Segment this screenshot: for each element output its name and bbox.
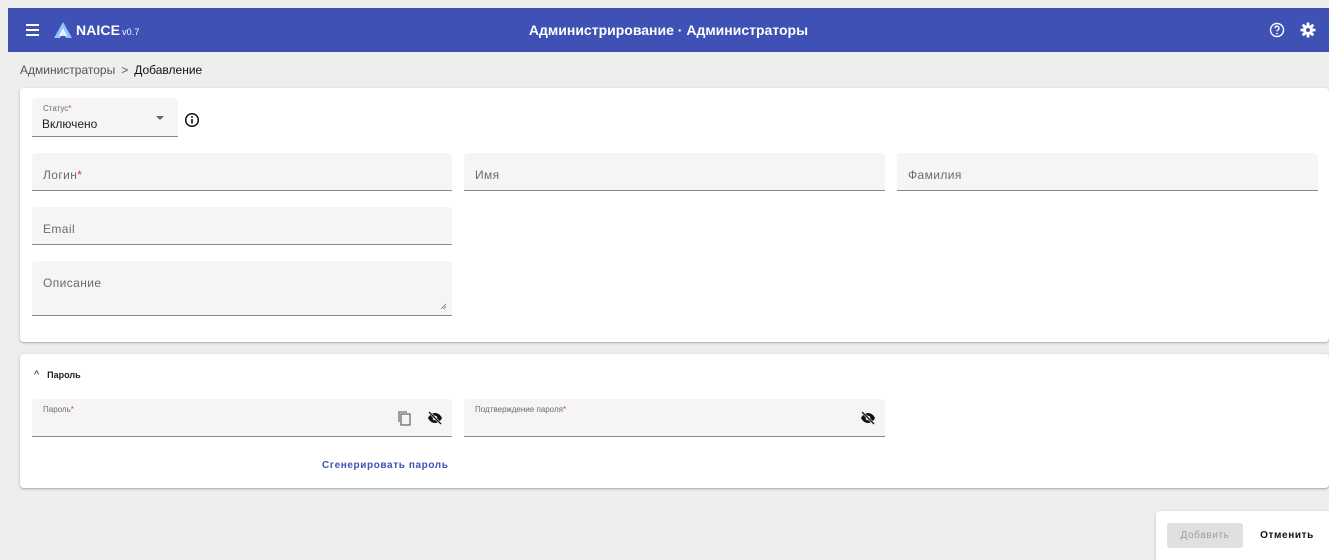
- breadcrumb-current: Добавление: [134, 63, 203, 77]
- email-field[interactable]: Email: [32, 207, 452, 245]
- copy-icon[interactable]: [396, 410, 412, 426]
- login-field[interactable]: Логин*: [32, 153, 452, 191]
- chevron-up-icon[interactable]: ^: [34, 369, 39, 381]
- password-field[interactable]: Пароль*: [32, 399, 452, 437]
- page-title: Администрирование · Администраторы: [528, 22, 809, 38]
- status-value: Включено: [42, 117, 98, 131]
- top-app-bar: NAICE v0.7 Администрирование · Администра…: [8, 8, 1329, 52]
- status-select[interactable]: Статус* Включено: [32, 98, 178, 137]
- info-icon[interactable]: [184, 112, 200, 128]
- dropdown-arrow-icon[interactable]: [156, 116, 164, 120]
- password-section-title: Пароль: [47, 370, 81, 380]
- email-label: Email: [43, 222, 76, 236]
- add-button[interactable]: Добавить: [1167, 523, 1243, 548]
- gear-icon[interactable]: [1299, 21, 1317, 39]
- login-label: Логин*: [43, 168, 83, 182]
- cancel-button[interactable]: Отменить: [1252, 523, 1322, 548]
- description-textarea[interactable]: Описание: [32, 261, 452, 316]
- eye-off-icon[interactable]: [427, 411, 443, 425]
- breadcrumb-parent[interactable]: Администраторы: [20, 63, 115, 77]
- password-confirm-field[interactable]: Подтверждение пароля*: [464, 399, 885, 437]
- form-actions: Добавить Отменить: [1156, 511, 1329, 560]
- last-name-label: Фамилия: [908, 168, 962, 182]
- password-section-header[interactable]: ^ Пароль: [34, 369, 81, 381]
- eye-off-icon[interactable]: [860, 411, 876, 425]
- status-label: Статус*: [43, 104, 72, 113]
- password-section-card: ^ Пароль Пароль* Подтверждение пароля* Сг…: [20, 354, 1329, 488]
- last-name-field[interactable]: Фамилия: [897, 153, 1318, 191]
- password-confirm-label: Подтверждение пароля*: [475, 405, 567, 414]
- first-name-field[interactable]: Имя: [464, 153, 885, 191]
- generate-password-link[interactable]: Сгенерировать пароль: [322, 460, 449, 471]
- password-label: Пароль*: [43, 405, 74, 414]
- help-icon[interactable]: [1269, 22, 1285, 38]
- first-name-label: Имя: [475, 168, 500, 182]
- resize-handle-icon[interactable]: [440, 303, 446, 309]
- admin-form-card: Статус* Включено Логин* Имя Фамилия Emai…: [20, 88, 1329, 342]
- breadcrumb: Администраторы > Добавление: [20, 63, 202, 77]
- description-label: Описание: [43, 276, 102, 290]
- breadcrumb-separator: >: [121, 63, 129, 77]
